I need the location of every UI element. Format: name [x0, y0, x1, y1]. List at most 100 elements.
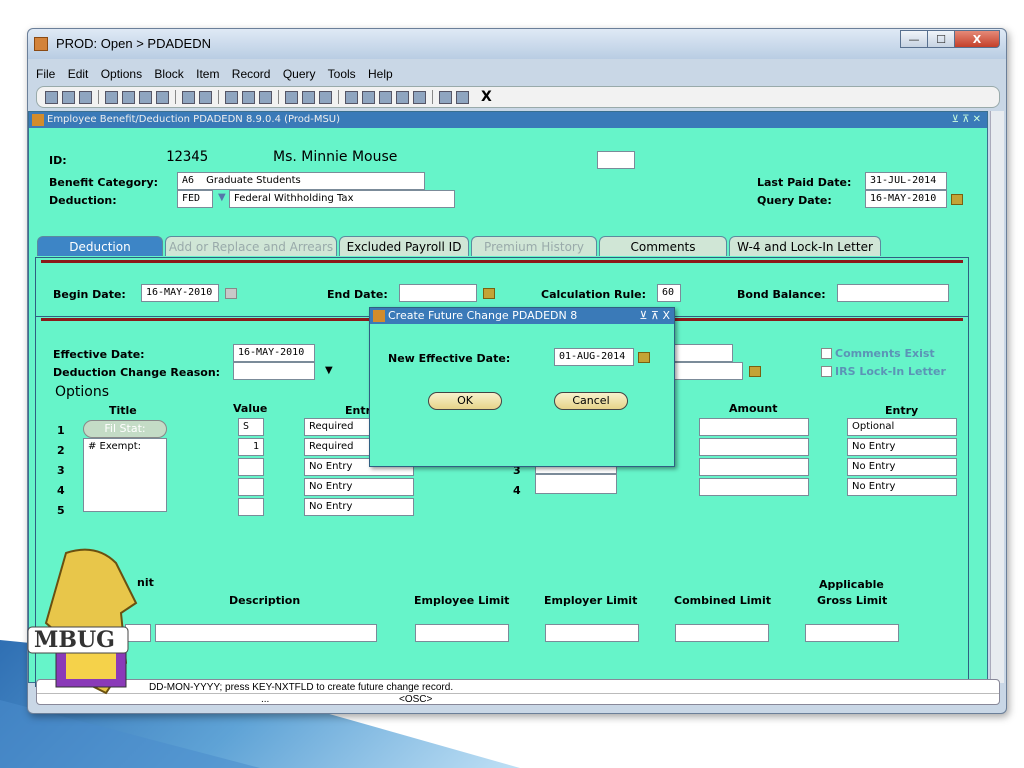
- option-value-field[interactable]: S: [238, 418, 264, 436]
- begin-date-field[interactable]: 16-MAY-2010: [141, 284, 219, 302]
- menu-edit[interactable]: Edit: [68, 67, 89, 81]
- option-value-field[interactable]: [238, 478, 264, 496]
- tree-expand-icon[interactable]: [362, 90, 375, 104]
- bond-balance-field[interactable]: [837, 284, 949, 302]
- ok-button[interactable]: OK: [428, 392, 502, 410]
- mbug-logo: MBUG: [27, 548, 138, 695]
- change-reason-field[interactable]: [233, 362, 315, 380]
- menu-record[interactable]: Record: [232, 67, 271, 81]
- execute-query-icon[interactable]: [199, 90, 212, 104]
- calendar-icon[interactable]: [242, 90, 255, 104]
- begin-date-label: Begin Date:: [53, 288, 126, 301]
- bond-balance-label: Bond Balance:: [737, 288, 826, 301]
- tab-comments[interactable]: Comments: [599, 236, 727, 256]
- page-icon[interactable]: [79, 90, 92, 104]
- java-app-icon: [34, 37, 48, 51]
- options-heading: Options: [55, 384, 110, 400]
- comments-exist-checkbox[interactable]: [821, 348, 832, 359]
- new-effective-date-field[interactable]: 01-AUG-2014: [554, 348, 634, 366]
- previous-block-icon[interactable]: [122, 90, 135, 104]
- calendar-icon[interactable]: [951, 194, 963, 205]
- employer-limit-field[interactable]: [545, 624, 639, 642]
- print-icon[interactable]: [285, 90, 298, 104]
- menu-item[interactable]: Item: [196, 67, 219, 81]
- right-entry-field: No Entry: [847, 458, 957, 476]
- employer-limit-label: Employer Limit: [544, 594, 638, 607]
- maximize-button[interactable]: ☐: [927, 30, 955, 48]
- app-window: PROD: Open > PDADEDN — ☐ X File Edit Opt…: [27, 28, 1007, 714]
- enter-query-icon[interactable]: [182, 90, 195, 104]
- row-num: 5: [57, 504, 65, 517]
- benefit-category-field[interactable]: A6 Graduate Students: [177, 172, 425, 190]
- form-icon: [32, 114, 44, 126]
- vertical-scrollbar[interactable]: [990, 111, 1004, 683]
- help-icon[interactable]: [439, 90, 452, 104]
- network-icon[interactable]: [396, 90, 409, 104]
- form-window-controls[interactable]: ⊻ ⊼ ✕: [952, 112, 981, 128]
- fil-stat-button[interactable]: Fil Stat:: [83, 420, 167, 438]
- minimize-button[interactable]: —: [900, 30, 928, 48]
- menu-query[interactable]: Query: [283, 67, 316, 81]
- dropdown-arrow-icon[interactable]: ▼: [325, 365, 333, 376]
- dialog-title-bar[interactable]: Create Future Change PDADEDN 8 ⊻ ⊼ X: [370, 308, 674, 324]
- calendar-icon[interactable]: [749, 366, 761, 377]
- employee-name: Ms. Minnie Mouse: [273, 149, 398, 165]
- calculation-rule-field[interactable]: 60: [657, 284, 681, 302]
- amount-field[interactable]: [699, 438, 809, 456]
- back-icon[interactable]: [379, 90, 392, 104]
- menu-help[interactable]: Help: [368, 67, 393, 81]
- lightbulb-icon[interactable]: [456, 90, 469, 104]
- irs-lockin-label: IRS Lock-In Letter: [835, 365, 946, 378]
- calendar-icon[interactable]: [638, 352, 650, 363]
- save-icon[interactable]: [45, 90, 58, 104]
- exit-button[interactable]: X: [481, 89, 492, 105]
- extract-icon[interactable]: [413, 90, 426, 104]
- next-block-icon[interactable]: [105, 90, 118, 104]
- effective-date-field[interactable]: 16-MAY-2010: [233, 344, 315, 362]
- close-button[interactable]: X: [954, 30, 1000, 48]
- tab-add-replace-arrears[interactable]: Add or Replace and Arrears: [165, 236, 337, 256]
- options-icon[interactable]: [225, 90, 238, 104]
- tab-deduction[interactable]: Deduction: [37, 236, 163, 256]
- remove-record-icon[interactable]: [156, 90, 169, 104]
- id-extra-field[interactable]: [597, 151, 635, 169]
- gross-limit-field[interactable]: [805, 624, 899, 642]
- menu-tools[interactable]: Tools: [328, 67, 356, 81]
- amount-field[interactable]: [699, 418, 809, 436]
- menu-file[interactable]: File: [36, 67, 55, 81]
- deduction-desc-field: Federal Withholding Tax: [229, 190, 455, 208]
- new-effective-date-label: New Effective Date:: [388, 352, 511, 365]
- query-date-field[interactable]: 16-MAY-2010: [865, 190, 947, 208]
- end-date-field[interactable]: [399, 284, 477, 302]
- dialog-window-controls[interactable]: ⊻ ⊼ X: [639, 308, 670, 324]
- combined-limit-field[interactable]: [675, 624, 769, 642]
- tab-w4-lockin-letter[interactable]: W-4 and Lock-In Letter: [729, 236, 881, 256]
- deduction-code-field[interactable]: FED: [177, 190, 213, 208]
- tab-excluded-payroll-id[interactable]: Excluded Payroll ID: [339, 236, 469, 256]
- insert-record-icon[interactable]: [139, 90, 152, 104]
- title-bar[interactable]: PROD: Open > PDADEDN — ☐ X: [28, 29, 1006, 59]
- cancel-icon[interactable]: [259, 90, 272, 104]
- end-date-label: End Date:: [327, 288, 388, 301]
- id-value[interactable]: 12345: [166, 149, 208, 165]
- tree-icon[interactable]: [345, 90, 358, 104]
- search-icon[interactable]: [302, 90, 315, 104]
- cancel-button[interactable]: Cancel: [554, 392, 628, 410]
- dropdown-arrow-icon[interactable]: ▼: [218, 192, 226, 203]
- employee-limit-field[interactable]: [415, 624, 509, 642]
- logo-text: MBUG: [34, 627, 115, 653]
- irs-lockin-checkbox[interactable]: [821, 366, 832, 377]
- last-paid-date-field[interactable]: 31-JUL-2014: [865, 172, 947, 190]
- option-value-field[interactable]: [238, 458, 264, 476]
- menu-block[interactable]: Block: [154, 67, 183, 81]
- option-value-field[interactable]: 1: [238, 438, 264, 456]
- option-value-field[interactable]: [238, 498, 264, 516]
- menu-options[interactable]: Options: [101, 67, 142, 81]
- rollback-icon[interactable]: [62, 90, 75, 104]
- add-icon[interactable]: [319, 90, 332, 104]
- amount-field[interactable]: [699, 458, 809, 476]
- calendar-icon[interactable]: [225, 288, 237, 299]
- tab-premium-history[interactable]: Premium History: [471, 236, 597, 256]
- amount-field[interactable]: [699, 478, 809, 496]
- calendar-icon[interactable]: [483, 288, 495, 299]
